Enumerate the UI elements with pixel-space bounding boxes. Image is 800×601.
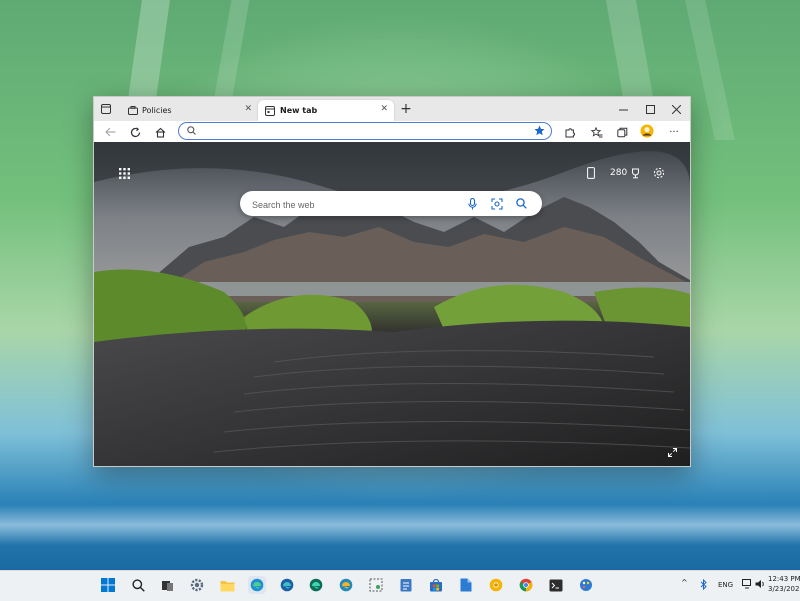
notepad-icon[interactable] [397, 576, 415, 594]
edge-browser-icon[interactable] [248, 576, 266, 594]
edge-canary-icon[interactable] [337, 576, 355, 594]
tab-label: Policies [142, 106, 172, 115]
favorite-star-icon[interactable] [533, 124, 546, 137]
more-menu-icon[interactable]: ··· [666, 124, 682, 140]
fullscreen-expand-icon[interactable] [666, 446, 678, 458]
apps-launcher-icon[interactable] [117, 166, 131, 180]
start-windows-icon[interactable] [99, 576, 117, 594]
settings-app-icon[interactable] [188, 576, 206, 594]
wallpaper-glow [0, 505, 800, 545]
edge-beta-icon[interactable] [278, 576, 296, 594]
briefcase-icon [127, 105, 138, 116]
address-bar[interactable] [178, 122, 552, 140]
rewards-trophy-icon[interactable] [628, 166, 642, 180]
back-icon[interactable] [102, 124, 118, 140]
search-submit-icon[interactable] [515, 197, 528, 210]
extensions-icon[interactable] [561, 124, 577, 140]
show-hidden-icons-chevron-icon[interactable]: ^ [681, 578, 688, 587]
maximize-icon[interactable] [643, 102, 657, 116]
new-tab-button[interactable]: + [398, 100, 414, 118]
word-document-icon[interactable] [457, 576, 475, 594]
chrome-browser-icon[interactable] [517, 576, 535, 594]
browser-window[interactable]: Policies ✕ New tab ✕ + ··· 280 Search th… [93, 96, 691, 467]
web-search-input[interactable] [250, 197, 464, 212]
snipping-tool-icon[interactable] [367, 576, 385, 594]
browser-toolbar: ··· [94, 121, 690, 143]
bluetooth-icon[interactable] [698, 578, 708, 590]
close-window-icon[interactable] [669, 102, 683, 116]
tab-new-tab[interactable]: New tab ✕ [258, 100, 394, 121]
new-tab-page-icon [264, 105, 275, 116]
mobile-device-icon[interactable] [585, 166, 597, 180]
page-settings-gear-icon[interactable] [652, 166, 666, 180]
terminal-icon[interactable] [547, 576, 565, 594]
close-tab-icon[interactable]: ✕ [380, 104, 388, 114]
voice-search-mic-icon[interactable] [466, 197, 479, 210]
tab-actions-icon[interactable] [100, 103, 112, 115]
wallpaper-streak [685, 0, 735, 140]
paint-app-icon[interactable] [577, 576, 595, 594]
taskbar-search-icon[interactable] [129, 576, 147, 594]
clock-date: 3/23/2023 [768, 585, 800, 593]
profile-avatar-icon[interactable] [639, 123, 655, 139]
canary-chrome-icon[interactable] [487, 576, 505, 594]
new-tab-page: 280 [94, 142, 690, 466]
address-input[interactable] [199, 124, 533, 138]
volume-icon[interactable] [754, 578, 766, 590]
search-icon [186, 125, 197, 136]
taskbar: ^ ENG 12:43 PM 3/23/2023 [0, 570, 800, 601]
tab-policies[interactable]: Policies ✕ [120, 100, 258, 121]
web-search-box[interactable] [240, 191, 542, 216]
rewards-points[interactable]: 280 [610, 168, 627, 178]
task-view-icon[interactable] [158, 576, 176, 594]
minimize-icon[interactable] [616, 102, 630, 116]
favorites-icon[interactable] [589, 124, 605, 140]
tab-label: New tab [280, 106, 318, 115]
collections-icon[interactable] [614, 124, 630, 140]
home-icon[interactable] [152, 124, 168, 140]
clock-time: 12:43 PM [768, 575, 800, 583]
file-explorer-icon[interactable] [218, 576, 236, 594]
language-indicator[interactable]: ENG [718, 581, 733, 589]
refresh-icon[interactable] [127, 124, 143, 140]
edge-dev-icon[interactable] [307, 576, 325, 594]
network-icon[interactable] [741, 578, 753, 590]
system-clock[interactable]: 12:43 PM 3/23/2023 [768, 574, 800, 594]
visual-search-icon[interactable] [490, 197, 503, 210]
tab-strip: Policies ✕ New tab ✕ + [94, 97, 690, 121]
close-tab-icon[interactable]: ✕ [244, 104, 252, 114]
store-icon[interactable] [427, 576, 445, 594]
